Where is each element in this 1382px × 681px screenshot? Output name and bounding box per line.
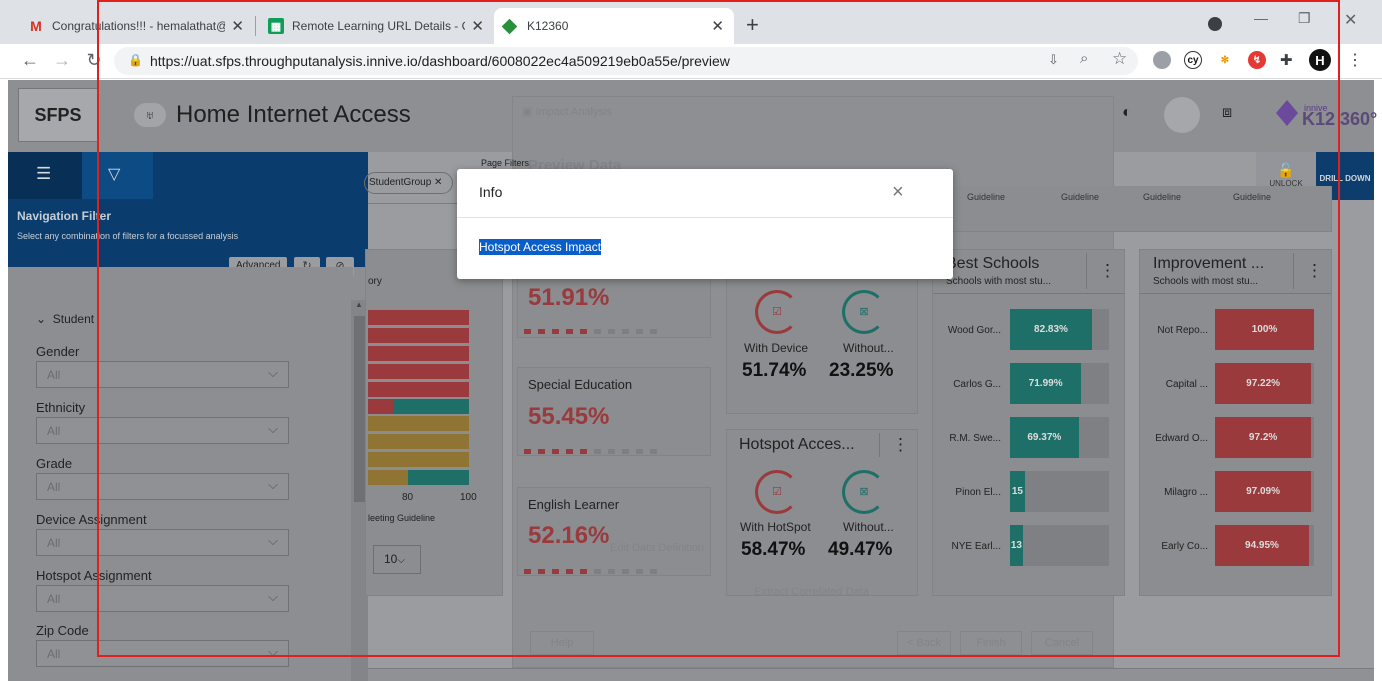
logo-text: SFPS [34,104,82,125]
window-close-icon[interactable]: ✕ [1344,10,1357,30]
filter-label-ethnicity: Ethnicity [36,400,86,415]
filter-label-zip: Zip Code [36,623,89,638]
select-value: All [47,592,61,606]
filter-label-gender: Gender [36,344,80,359]
section-label: Student [52,312,95,326]
select-value: All [47,647,61,661]
hamburger-menu-icon[interactable]: ☰ [36,164,51,184]
filter-label-grade: Grade [36,456,73,471]
select-value: All [47,424,61,438]
back-arrow-icon[interactable]: ← [20,50,40,71]
student-section-toggle[interactable]: ⌄ Student [36,312,94,326]
select-value: All [47,536,61,550]
gmail-icon: M [30,18,42,34]
select-value: All [47,480,61,494]
browser-menu-icon[interactable]: ⋮ [1347,50,1363,70]
bottom-strip [368,668,1374,681]
forward-arrow-icon[interactable]: → [52,50,72,71]
sfps-logo: SFPS [18,88,98,142]
annotation-frame [97,0,1340,657]
select-value: All [47,368,61,382]
chevron-down-icon: ⌄ [36,312,47,326]
